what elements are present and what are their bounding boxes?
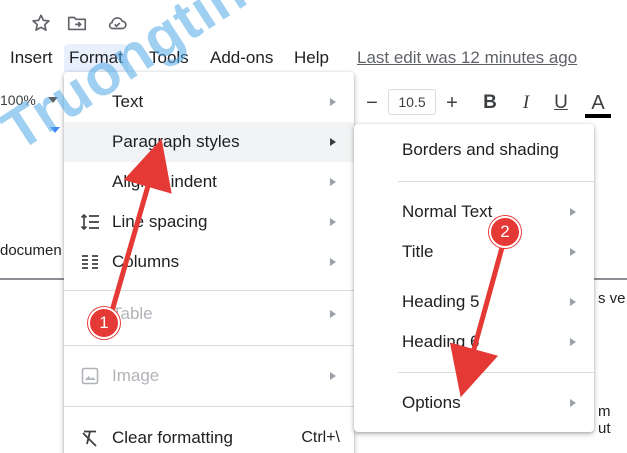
submenu-arrow-icon [570, 298, 576, 306]
menu-separator [64, 345, 354, 346]
line-spacing-icon [80, 212, 100, 232]
menu-item-label: Clear formatting [112, 428, 233, 447]
menu-item-clear-formatting[interactable]: Clear formatting Ctrl+\ [64, 418, 354, 453]
submenu-item-label: Borders and shading [402, 140, 559, 159]
star-icon[interactable] [30, 12, 52, 34]
clear-formatting-icon [80, 428, 100, 448]
submenu-item-title[interactable]: Title [354, 232, 594, 272]
submenu-item-options[interactable]: Options [354, 383, 594, 423]
watermark-suffix: .top [222, 0, 350, 13]
document-text-fragment: documen [0, 242, 62, 259]
menu-item-paragraph-styles[interactable]: Paragraph styles [64, 122, 354, 162]
menu-item-label: Line spacing [112, 212, 208, 231]
chevron-down-icon [48, 97, 58, 103]
font-size-decrease-button[interactable]: − [362, 91, 382, 115]
submenu-arrow-icon [570, 399, 576, 407]
menu-separator [64, 290, 354, 291]
text-color-button[interactable]: A [586, 91, 610, 115]
submenu-item-heading-5[interactable]: Heading 5 [354, 282, 594, 322]
paragraph-styles-submenu: Borders and shading Normal Text Title He… [354, 124, 594, 432]
font-size-input[interactable]: 10.5 [388, 89, 436, 115]
menu-item-label: Align & indent [112, 172, 217, 191]
menu-insert[interactable]: Insert [5, 44, 58, 72]
submenu-arrow-icon [330, 218, 336, 226]
submenu-item-label: Heading 5 [402, 292, 480, 311]
columns-icon [80, 252, 100, 272]
underline-button[interactable]: U [549, 91, 573, 115]
menu-item-label: Paragraph styles [112, 132, 240, 151]
bold-button[interactable]: B [478, 91, 502, 115]
menu-separator [398, 372, 594, 373]
annotation-badge-2: 2 [489, 216, 521, 248]
format-menu: Text Paragraph styles Align & indent Lin… [64, 72, 354, 453]
submenu-item-label: Heading 6 [402, 332, 480, 351]
menu-add-ons[interactable]: Add-ons [205, 44, 278, 72]
submenu-item-heading-6[interactable]: Heading 6 [354, 322, 594, 362]
menu-item-line-spacing[interactable]: Line spacing [64, 202, 354, 242]
menu-format[interactable]: Format [64, 44, 128, 72]
submenu-item-normal-text[interactable]: Normal Text [354, 192, 594, 232]
shortcut-label: Ctrl+\ [301, 429, 340, 446]
submenu-item-label: Title [402, 242, 434, 261]
menu-help[interactable]: Help [289, 44, 334, 72]
menu-bar: Insert Format Tools Add-ons Help Last ed… [0, 44, 627, 72]
zoom-select[interactable]: 100% [0, 92, 36, 108]
document-text-fragment-right: m ut [598, 403, 611, 437]
submenu-arrow-icon [330, 98, 336, 106]
submenu-arrow-icon [570, 338, 576, 346]
submenu-item-label: Options [402, 393, 461, 412]
annotation-badge-1: 1 [88, 307, 120, 339]
menu-item-label: Image [112, 366, 160, 385]
menu-item-columns[interactable]: Columns [64, 242, 354, 282]
submenu-arrow-icon [330, 372, 336, 380]
font-size-increase-button[interactable]: + [442, 91, 462, 115]
submenu-arrow-icon [330, 138, 336, 146]
ruler-indent-marker[interactable] [50, 127, 60, 133]
move-to-folder-icon[interactable] [66, 12, 88, 34]
submenu-arrow-icon [570, 208, 576, 216]
submenu-arrow-icon [330, 258, 336, 266]
submenu-arrow-icon [330, 178, 336, 186]
menu-item-align-indent[interactable]: Align & indent [64, 162, 354, 202]
submenu-item-borders-shading[interactable]: Borders and shading [354, 130, 594, 170]
italic-button[interactable]: I [514, 91, 538, 115]
menu-separator [64, 406, 354, 407]
menu-tools[interactable]: Tools [144, 44, 194, 72]
submenu-arrow-icon [570, 248, 576, 256]
cloud-saved-icon[interactable] [106, 12, 128, 34]
last-edit-link[interactable]: Last edit was 12 minutes ago [357, 44, 577, 72]
document-text-fragment-right: s ve [598, 290, 626, 307]
menu-item-image: Image [64, 356, 354, 396]
submenu-item-label: Normal Text [402, 202, 493, 221]
image-icon [80, 366, 100, 386]
submenu-arrow-icon [330, 310, 336, 318]
menu-item-text[interactable]: Text [64, 82, 354, 122]
menu-item-label: Columns [112, 252, 180, 271]
menu-item-label: Text [112, 92, 144, 111]
menu-separator [398, 181, 594, 182]
text-color-swatch [585, 114, 611, 118]
